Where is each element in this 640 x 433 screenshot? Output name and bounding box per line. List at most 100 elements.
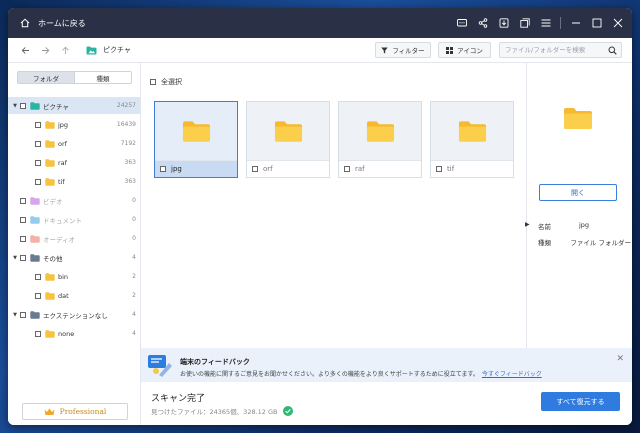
folder-tile-label: raf bbox=[355, 165, 365, 173]
no-extension-folder-icon bbox=[30, 310, 40, 319]
tree-item[interactable]: jpg 16439 bbox=[8, 116, 140, 133]
home-button[interactable]: ホームに戻る bbox=[20, 18, 86, 29]
arrow-left-icon bbox=[21, 46, 29, 54]
tab-folder[interactable]: フォルダ bbox=[18, 72, 74, 83]
tab-type[interactable]: 種類 bbox=[74, 72, 131, 83]
maximize-icon[interactable] bbox=[586, 8, 607, 38]
tree-item[interactable]: ▼ その他 4 bbox=[8, 249, 140, 266]
folder-tile-checkbox[interactable] bbox=[252, 166, 258, 172]
open-button[interactable]: 開く bbox=[539, 184, 617, 201]
tree-item[interactable]: ドキュメント 0 bbox=[8, 211, 140, 228]
scan-status-title: スキャン完了 bbox=[151, 394, 206, 404]
feedback-tools-icon bbox=[148, 355, 172, 377]
folder-icon bbox=[45, 291, 55, 300]
restore-window-icon[interactable] bbox=[514, 8, 535, 38]
found-files-text: 見つけたファイル：24365個、328.12 GB bbox=[151, 408, 278, 416]
tree-item-checkbox[interactable] bbox=[20, 197, 26, 204]
menu-icon[interactable] bbox=[535, 8, 556, 38]
tree-item-checkbox[interactable] bbox=[35, 330, 41, 337]
tree-item-label: tif bbox=[58, 177, 65, 186]
folder-tile[interactable]: tif bbox=[430, 101, 514, 178]
status-bar: スキャン完了 見つけたファイル：24365個、328.12 GB すべて復元する bbox=[141, 382, 632, 425]
back-button[interactable] bbox=[16, 41, 34, 59]
filter-label: フィルター bbox=[392, 47, 425, 55]
folder-tile[interactable]: jpg bbox=[154, 101, 238, 178]
tree-item-checkbox[interactable] bbox=[20, 254, 26, 261]
collapse-triangle-icon[interactable]: ▶ bbox=[525, 221, 530, 228]
select-all-label: 全選択 bbox=[161, 78, 182, 86]
tree-item[interactable]: ビデオ 0 bbox=[8, 192, 140, 209]
tree-item-label: none bbox=[58, 329, 75, 338]
feedback-icon[interactable] bbox=[451, 8, 472, 38]
search-box[interactable] bbox=[499, 42, 622, 58]
tree-item[interactable]: orf 7192 bbox=[8, 135, 140, 152]
view-mode-button[interactable]: アイコン bbox=[438, 42, 491, 58]
folder-icon bbox=[45, 177, 55, 186]
download-icon[interactable] bbox=[493, 8, 514, 38]
expand-arrow-icon[interactable]: ▼ bbox=[12, 103, 18, 109]
forward-button[interactable] bbox=[36, 41, 54, 59]
tree-item-count: 2 bbox=[132, 273, 136, 280]
tree-item-checkbox[interactable] bbox=[35, 292, 41, 299]
file-grid: 全選択 jpg orf raf tif bbox=[141, 63, 526, 348]
expand-arrow-icon[interactable]: ▼ bbox=[12, 312, 18, 318]
toolbar: ピクチャ フィルター アイコン bbox=[8, 38, 632, 63]
tree-item-checkbox[interactable] bbox=[20, 311, 26, 318]
search-input[interactable] bbox=[500, 43, 605, 57]
property-type-key: 種類 bbox=[538, 239, 551, 247]
property-name: ▶ 名前 jpg bbox=[525, 221, 631, 231]
folder-icon bbox=[366, 120, 394, 142]
tree-item-label: orf bbox=[58, 139, 67, 148]
tree-item-checkbox[interactable] bbox=[20, 235, 26, 242]
folder-tile-caption: raf bbox=[339, 160, 421, 177]
tree-item-checkbox[interactable] bbox=[35, 140, 41, 147]
expand-arrow-icon[interactable]: ▼ bbox=[12, 255, 18, 261]
tree-item[interactable]: オーディオ 0 bbox=[8, 230, 140, 247]
tree-item[interactable]: bin 2 bbox=[8, 268, 140, 285]
folder-tile[interactable]: raf bbox=[338, 101, 422, 178]
tree-item-count: 363 bbox=[124, 159, 136, 166]
feedback-close-icon[interactable]: ✕ bbox=[616, 354, 624, 364]
breadcrumb[interactable]: ピクチャ bbox=[86, 45, 131, 55]
filter-button[interactable]: フィルター bbox=[375, 42, 431, 58]
folder-tile-checkbox[interactable] bbox=[160, 166, 166, 172]
tree-item[interactable]: raf 363 bbox=[8, 154, 140, 171]
tree-item-count: 7192 bbox=[120, 140, 136, 147]
professional-button[interactable]: Professional bbox=[22, 403, 128, 420]
search-icon[interactable] bbox=[608, 46, 617, 55]
tree-item[interactable]: dat 2 bbox=[8, 287, 140, 304]
tree-item[interactable]: ▼ ピクチャ 24257 bbox=[8, 97, 140, 114]
picture-folder-icon bbox=[30, 101, 40, 110]
tree-item-checkbox[interactable] bbox=[35, 178, 41, 185]
folder-tile-checkbox[interactable] bbox=[344, 166, 350, 172]
folder-icon bbox=[45, 272, 55, 281]
up-button[interactable] bbox=[56, 41, 74, 59]
picture-folder-icon bbox=[86, 46, 97, 54]
select-all[interactable]: 全選択 bbox=[150, 77, 182, 87]
tree-item-count: 0 bbox=[132, 216, 136, 223]
tree-item[interactable]: tif 363 bbox=[8, 173, 140, 190]
minimize-icon[interactable] bbox=[565, 8, 586, 38]
property-name-key: 名前 bbox=[538, 223, 551, 231]
arrow-up-icon bbox=[61, 46, 69, 54]
select-all-checkbox[interactable] bbox=[150, 79, 156, 85]
folder-tile-thumbnail bbox=[155, 102, 237, 160]
tree-item-checkbox[interactable] bbox=[35, 273, 41, 280]
share-icon[interactable] bbox=[472, 8, 493, 38]
folder-tile[interactable]: orf bbox=[246, 101, 330, 178]
tree-item-checkbox[interactable] bbox=[35, 121, 41, 128]
tree-item-count: 24257 bbox=[116, 102, 136, 109]
tree-item[interactable]: none 4 bbox=[8, 325, 140, 342]
restore-all-button[interactable]: すべて復元する bbox=[541, 392, 620, 411]
folder-tile-checkbox[interactable] bbox=[436, 166, 442, 172]
tree-item-label: jpg bbox=[58, 120, 69, 129]
tree-item[interactable]: ▼ エクステンションなし 4 bbox=[8, 306, 140, 323]
feedback-link[interactable]: 今すぐフィードバック bbox=[482, 371, 542, 378]
tree-item-checkbox[interactable] bbox=[20, 102, 26, 109]
feedback-banner: 端末のフィードバック お使いの機能に関するご意見をお聞かせください。より多くの機… bbox=[141, 348, 632, 382]
feedback-text: お使いの機能に関するご意見をお聞かせください。より多くの機能をより良くサポートす… bbox=[180, 371, 479, 378]
tree-item-checkbox[interactable] bbox=[20, 216, 26, 223]
property-type-value: ファイル フォルダー bbox=[570, 239, 631, 247]
close-icon[interactable] bbox=[607, 8, 628, 38]
tree-item-checkbox[interactable] bbox=[35, 159, 41, 166]
